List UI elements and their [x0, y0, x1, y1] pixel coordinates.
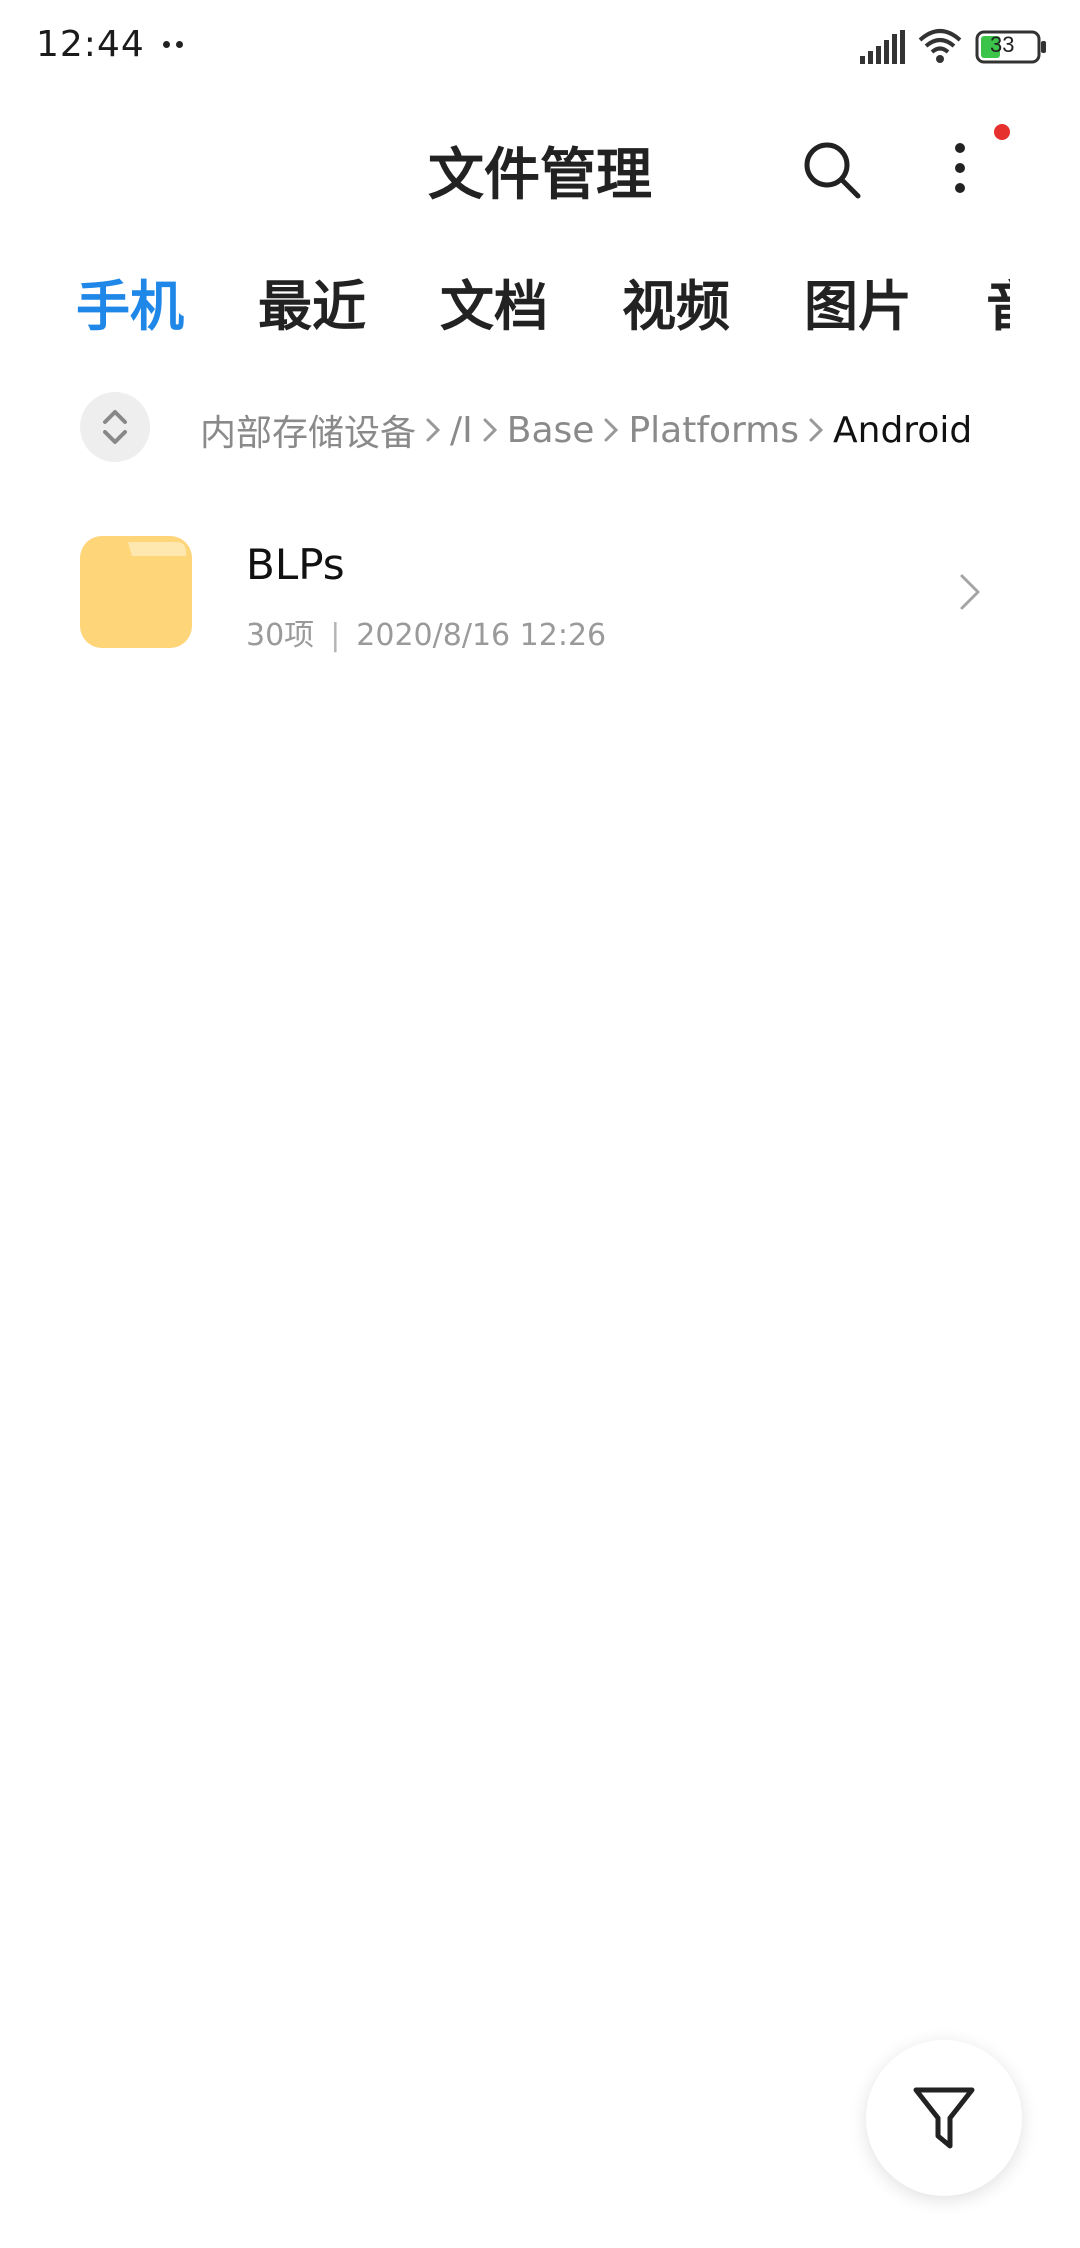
list-item[interactable]: BLPs 30项 | 2020/8/16 12:26: [0, 520, 1080, 670]
search-button[interactable]: [800, 138, 864, 202]
breadcrumb-item-android[interactable]: Android: [833, 410, 972, 451]
status-time: 12:44: [36, 24, 145, 65]
meta-separator: |: [330, 618, 341, 653]
breadcrumb-item-base[interactable]: Base: [507, 410, 595, 451]
breadcrumb-item-i[interactable]: /I: [450, 410, 473, 451]
category-tabs: 手机 最近 文档 视频 图片 音: [0, 262, 1010, 342]
file-name: BLPs: [246, 540, 345, 589]
search-icon: [804, 142, 861, 199]
breadcrumb-item-storage[interactable]: 内部存储设备: [200, 404, 416, 456]
breadcrumb: 内部存储设备 /I Base Platforms Android: [200, 400, 972, 460]
more-vertical-icon: [955, 143, 965, 193]
tab-recent[interactable]: 最近: [258, 262, 366, 341]
breadcrumb-item-platforms[interactable]: Platforms: [628, 410, 799, 451]
page-title: 文件管理: [428, 143, 652, 208]
tab-videos[interactable]: 视频: [622, 262, 730, 341]
filter-button[interactable]: [866, 2040, 1022, 2196]
folder-icon: [80, 536, 192, 648]
status-bar: 12:44 33: [0, 0, 1080, 100]
status-dots-icon: [163, 41, 187, 49]
wifi-icon: [918, 29, 962, 63]
chevron-right-icon: [809, 418, 824, 442]
battery-level: 33: [990, 32, 1015, 57]
chevron-right-icon: [426, 418, 441, 442]
notification-dot: [994, 124, 1010, 140]
path-expand-button[interactable]: [80, 392, 150, 462]
file-manager-screen: 12:44 33 文件管理 手机 最近 文档 视频 图片 内部存储设备 /I B…: [0, 0, 1080, 2248]
signal-icon: [860, 30, 905, 64]
modified-date: 2020/8/16 12:26: [356, 618, 607, 653]
chevron-right-icon: [960, 574, 980, 610]
tab-music[interactable]: 音: [986, 262, 1010, 341]
chevron-right-icon: [483, 418, 497, 442]
tab-phone[interactable]: 手机: [76, 262, 184, 341]
tab-images[interactable]: 图片: [804, 262, 912, 341]
tab-documents[interactable]: 文档: [440, 262, 548, 341]
more-options-button[interactable]: [940, 136, 980, 200]
chevron-right-icon: [604, 418, 619, 442]
item-count: 30项: [246, 618, 315, 653]
filter-icon: [913, 2087, 975, 2149]
file-meta: 30项 | 2020/8/16 12:26: [246, 610, 606, 654]
expand-collapse-icon: [103, 410, 127, 444]
